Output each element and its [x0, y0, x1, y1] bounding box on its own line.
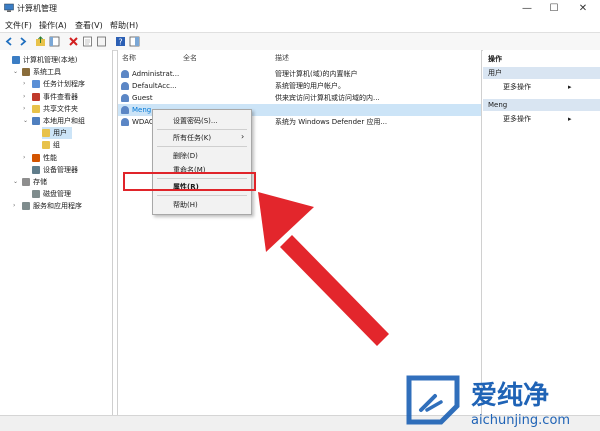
watermark-mark — [406, 375, 460, 425]
watermark-logo: 爱纯净 aichunjing.com — [406, 375, 570, 428]
watermark-brand: 爱纯净 — [471, 380, 549, 411]
watermark-url: aichunjing.com — [471, 413, 570, 428]
arrow-shaft — [280, 235, 389, 346]
annotation-arrow — [258, 192, 389, 346]
